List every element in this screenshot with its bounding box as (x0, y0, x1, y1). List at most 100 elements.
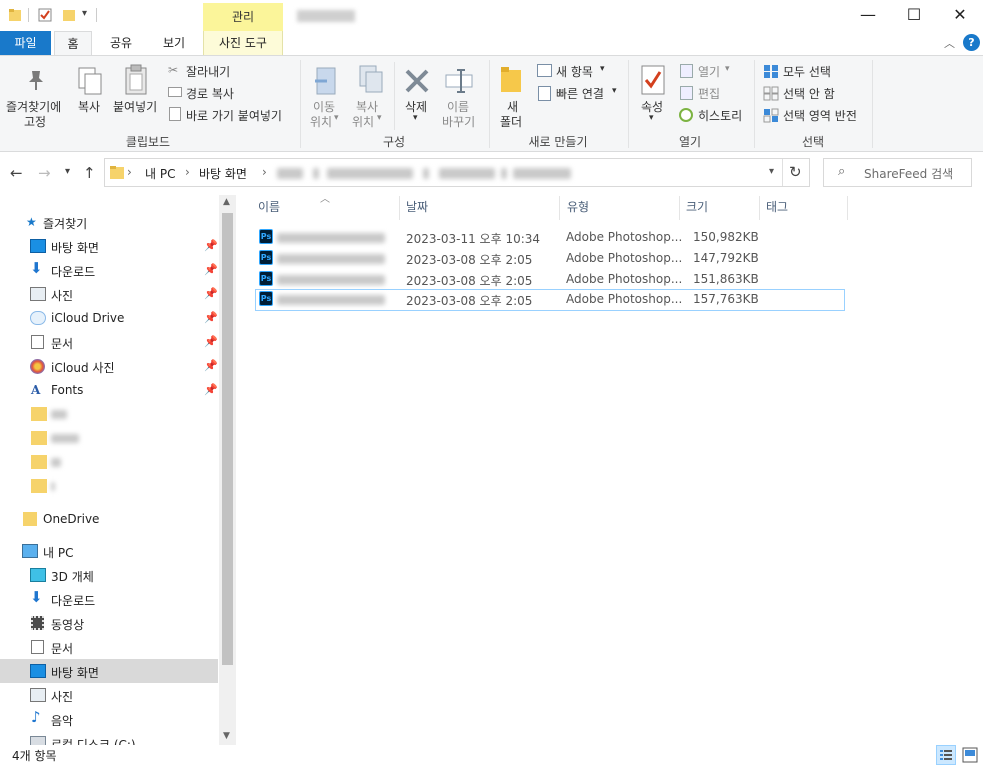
back-arrow-icon[interactable]: ← (10, 164, 23, 182)
breadcrumb-this-pc[interactable]: 내 PC (145, 165, 175, 182)
file-row[interactable]: Ps 2023-03-08 오후 2:05 Adobe Photoshop...… (255, 269, 845, 290)
nav-item-folder-redacted[interactable] (0, 474, 218, 498)
nav-item-pc-documents[interactable]: 문서 (0, 635, 218, 659)
scroll-down-icon[interactable]: ▼ (223, 731, 230, 741)
nav-item-fonts[interactable]: A Fonts 📌 (0, 378, 218, 402)
file-row[interactable]: Ps 2023-03-11 오후 10:34 Adobe Photoshop..… (255, 227, 845, 248)
breadcrumb-redacted[interactable] (277, 168, 303, 179)
search-box[interactable]: ⌕ ShareFeed 검색 (823, 158, 972, 187)
nav-item-pc-pictures[interactable]: 사진 (0, 683, 218, 707)
copy-path-button[interactable]: 경로 복사 (186, 85, 234, 102)
column-header-type[interactable]: 유형 (567, 198, 589, 220)
history-button[interactable]: 히스토리 (698, 107, 742, 124)
nav-item-documents[interactable]: 문서 📌 (0, 330, 218, 354)
details-view-icon[interactable] (936, 745, 956, 765)
tab-home[interactable]: 홈 (54, 31, 92, 56)
nav-onedrive[interactable]: OneDrive (0, 507, 218, 531)
new-folder-label-2[interactable]: 폴더 (500, 113, 522, 130)
tab-file[interactable]: 파일 (0, 31, 51, 55)
divider[interactable] (847, 196, 848, 220)
breadcrumb-separator[interactable]: › (127, 165, 132, 179)
divider[interactable] (559, 196, 560, 220)
nav-label: 로컬 디스크 (C:) (51, 738, 136, 745)
nav-label: 다운로드 (51, 594, 96, 608)
close-button[interactable]: ✕ (937, 0, 983, 30)
column-header-tags[interactable]: 태그 (766, 198, 788, 220)
recent-locations-chevron-icon[interactable]: ▾ (65, 166, 70, 177)
cut-button[interactable]: 잘라내기 (186, 63, 230, 80)
sort-ascending-icon: ︿ (320, 194, 330, 205)
scrollbar-thumb[interactable] (222, 213, 233, 665)
nav-item-pictures[interactable]: 사진 📌 (0, 282, 218, 306)
divider[interactable] (679, 196, 680, 220)
edit-button[interactable]: 편집 (698, 85, 720, 102)
select-all-button[interactable]: 모두 선택 (783, 63, 831, 80)
download-arrow-icon: ⬇ (30, 259, 43, 277)
nav-item-videos[interactable]: 동영상 (0, 611, 218, 635)
up-arrow-icon[interactable]: ↑ (83, 164, 96, 182)
new-folder-icon[interactable] (62, 8, 76, 22)
photoshop-file-icon: Ps (259, 271, 273, 286)
tab-share[interactable]: 공유 (98, 31, 144, 55)
folder-icon[interactable] (8, 8, 22, 22)
paste-shortcut-icon (169, 107, 181, 121)
paste-button[interactable]: 붙여넣기 (113, 98, 157, 115)
customize-dropdown-icon[interactable]: ▾ (82, 8, 87, 19)
maximize-button[interactable]: ☐ (891, 0, 937, 30)
breadcrumb-separator[interactable]: › (262, 165, 267, 179)
nav-item-folder-redacted[interactable] (0, 450, 218, 474)
pictures-icon (30, 287, 46, 301)
nav-quick-access[interactable]: ★ 즐겨찾기 (0, 210, 218, 234)
tab-picture-tools[interactable]: 사진 도구 (203, 31, 283, 55)
nav-item-desktop[interactable]: 바탕 화면 📌 (0, 234, 218, 258)
nav-item-icloud-drive[interactable]: iCloud Drive 📌 (0, 306, 218, 330)
pin-to-quick-access-label-2[interactable]: 고정 (24, 113, 46, 130)
column-header-name[interactable]: 이름 (258, 198, 280, 220)
copy-to-label-2[interactable]: 위치 (352, 113, 374, 130)
nav-item-local-disk[interactable]: 로컬 디스크 (C:) (0, 731, 218, 745)
breadcrumb-redacted[interactable] (513, 168, 571, 179)
open-button[interactable]: 열기 (698, 63, 720, 80)
copy-button[interactable]: 복사 (78, 98, 100, 115)
move-to-label-2[interactable]: 위치 (310, 113, 332, 130)
edit-icon (680, 86, 693, 100)
refresh-icon[interactable]: ↻ (789, 163, 802, 181)
nav-this-pc[interactable]: 내 PC (0, 539, 218, 563)
column-header-date[interactable]: 날짜 (406, 198, 428, 220)
nav-item-music[interactable]: ♪ 음악 (0, 707, 218, 731)
nav-item-folder-redacted[interactable] (0, 402, 218, 426)
divider[interactable] (759, 196, 760, 220)
easy-access-button[interactable]: 빠른 연결 (556, 85, 604, 102)
breadcrumb-separator[interactable]: › (185, 165, 190, 179)
properties-check-icon[interactable] (38, 8, 52, 22)
breadcrumb-redacted[interactable] (439, 168, 495, 179)
nav-item-downloads[interactable]: ⬇ 다운로드 📌 (0, 258, 218, 282)
address-dropdown-chevron-icon[interactable]: ▾ (769, 166, 774, 177)
minimize-button[interactable]: — (845, 0, 891, 30)
fonts-icon: A (31, 383, 41, 397)
new-item-button[interactable]: 새 항목 (556, 63, 593, 80)
breadcrumb-redacted[interactable] (327, 168, 413, 179)
paste-shortcut-button[interactable]: 바로 가기 붙여넣기 (186, 107, 282, 124)
nav-item-folder-redacted[interactable] (0, 426, 218, 450)
nav-item-3d-objects[interactable]: 3D 개체 (0, 563, 218, 587)
breadcrumb-desktop[interactable]: 바탕 화면 (199, 165, 247, 182)
divider[interactable] (399, 196, 400, 220)
collapse-ribbon-icon[interactable]: ︿ (944, 35, 955, 51)
nav-item-icloud-photos[interactable]: iCloud 사진 📌 (0, 354, 218, 378)
scroll-up-icon[interactable]: ▲ (223, 197, 230, 207)
help-icon[interactable]: ? (963, 34, 980, 51)
nav-item-pc-desktop[interactable]: 바탕 화면 (0, 659, 218, 683)
file-row[interactable]: Ps 2023-03-08 오후 2:05 Adobe Photoshop...… (255, 248, 845, 269)
large-icons-view-icon[interactable] (960, 745, 980, 765)
column-header-size[interactable]: 크기 (686, 198, 708, 220)
tab-view[interactable]: 보기 (150, 31, 198, 55)
address-bar[interactable]: › 내 PC › 바탕 화면 › ▾ ↻ (104, 158, 810, 187)
invert-selection-button[interactable]: 선택 영역 반전 (783, 107, 857, 124)
forward-arrow-icon[interactable]: → (38, 164, 51, 182)
select-none-button[interactable]: 선택 안 함 (783, 85, 835, 102)
nav-item-pc-downloads[interactable]: ⬇ 다운로드 (0, 587, 218, 611)
file-row[interactable]: Ps 2023-03-08 오후 2:05 Adobe Photoshop...… (255, 289, 845, 311)
copy-path-icon (168, 87, 182, 97)
rename-label-2[interactable]: 바꾸기 (442, 113, 475, 130)
